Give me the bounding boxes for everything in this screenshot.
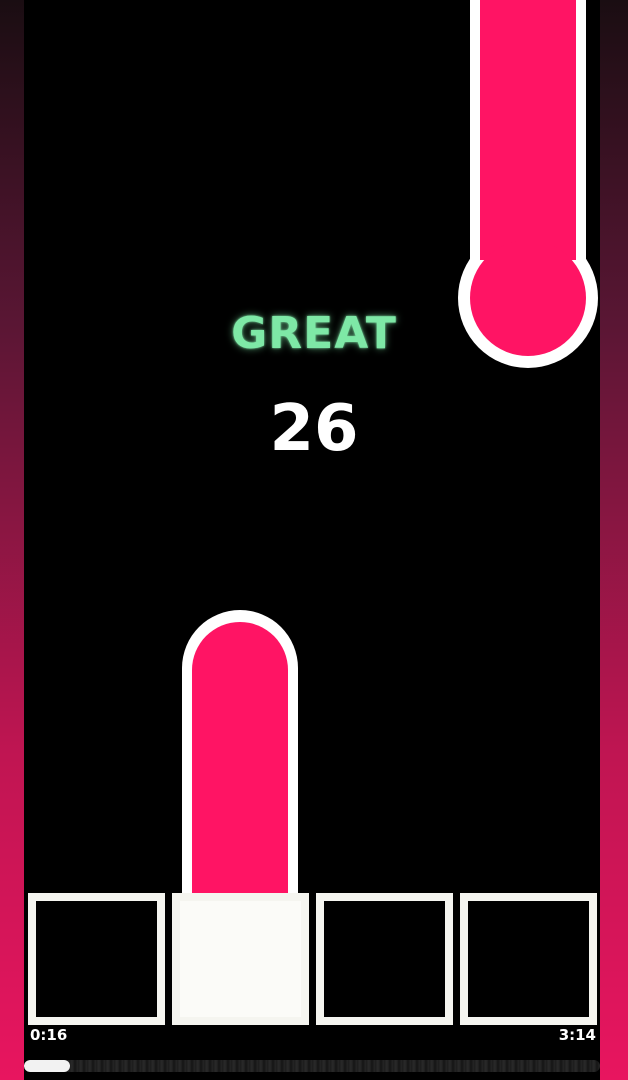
song-progress-bar[interactable] (24, 1060, 600, 1072)
falling-hold-note-body (480, 0, 576, 260)
hit-rating-text: GREAT (231, 308, 397, 359)
lane-key-3[interactable] (316, 893, 453, 1025)
combo-score: 26 (269, 392, 359, 466)
active-hold-note (182, 610, 298, 893)
active-hold-note-body (192, 622, 288, 893)
lane-key-2[interactable] (172, 893, 309, 1025)
lane-key-1[interactable] (28, 893, 165, 1025)
game-stage: GREAT 26 0:16 3:14 (0, 0, 628, 1080)
total-time: 3:14 (558, 1026, 596, 1044)
song-progress-fill (24, 1060, 71, 1072)
elapsed-time: 0:16 (30, 1026, 68, 1044)
lane-key-4[interactable] (460, 893, 597, 1025)
